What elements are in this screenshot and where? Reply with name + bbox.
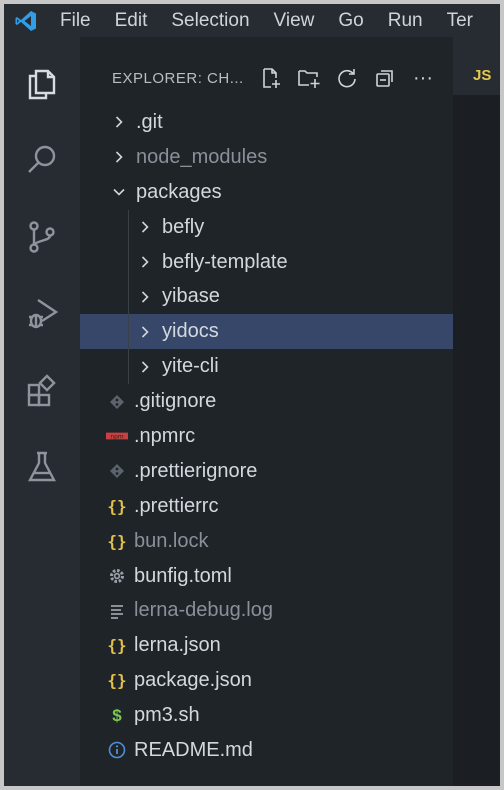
vscode-window: File Edit Selection View Go Run Ter EXPL…: [0, 0, 504, 790]
tree-item-label: yibase: [162, 285, 220, 308]
tree-file[interactable]: .prettierignore: [80, 454, 453, 489]
tree-folder[interactable]: yite-cli: [80, 349, 453, 385]
tree-item-label: befly: [162, 215, 205, 238]
menu-bar: File Edit Selection View Go Run Ter: [4, 4, 500, 37]
vscode-logo-icon[interactable]: [4, 4, 48, 37]
chevron-right-icon[interactable]: [134, 220, 156, 234]
svg-text:npm: npm: [110, 435, 123, 441]
tree-folder[interactable]: .git: [80, 105, 453, 140]
tree-item-label: packages: [136, 180, 222, 203]
tree-item-label: .prettierrc: [134, 494, 219, 517]
git-file-icon: [106, 463, 128, 479]
menu-file[interactable]: File: [48, 4, 103, 37]
tree-file[interactable]: lerna-debug.log: [80, 593, 453, 628]
tree-file[interactable]: bunfig.toml: [80, 559, 453, 594]
editor-area: JS: [453, 37, 500, 786]
more-icon[interactable]: ···: [408, 63, 438, 93]
tree-item-label: bun.lock: [134, 529, 209, 552]
activity-bar: [4, 37, 80, 786]
tree-item-label: lerna.json: [134, 634, 221, 657]
tree-item-label: yidocs: [162, 320, 219, 343]
extensions-icon[interactable]: [4, 363, 80, 419]
json-file-icon: {}: [107, 671, 127, 691]
chevron-right-icon[interactable]: [108, 115, 130, 129]
tree-folder[interactable]: befly-template: [80, 244, 453, 280]
log-file-icon: [106, 603, 128, 619]
tree-item-label: package.json: [134, 669, 252, 692]
tree-file[interactable]: {} .prettierrc: [80, 489, 453, 524]
new-folder-icon[interactable]: [294, 63, 324, 93]
explorer-sidebar: EXPLORER: CH... ··· .git node_modules pa…: [80, 37, 453, 786]
new-file-icon[interactable]: [256, 63, 286, 93]
editor-tab[interactable]: JS: [453, 37, 500, 95]
tree-item-label: lerna-debug.log: [134, 599, 273, 622]
tree-item-label: .prettierignore: [134, 459, 258, 482]
tree-file[interactable]: npm .npmrc: [80, 419, 453, 454]
json-file-icon: {}: [107, 496, 127, 516]
source-control-icon[interactable]: [4, 209, 80, 265]
gear-icon: [106, 567, 128, 585]
tree-folder[interactable]: packages: [80, 175, 453, 210]
search-icon[interactable]: [4, 132, 80, 188]
indent-guide: [128, 314, 129, 350]
tree-item-label: befly-template: [162, 250, 288, 273]
json-file-icon: {}: [107, 531, 127, 551]
tree-folder[interactable]: node_modules: [80, 140, 453, 175]
chevron-right-icon[interactable]: [108, 150, 130, 164]
tree-folder[interactable]: yidocs: [80, 314, 453, 350]
tree-file[interactable]: {} package.json: [80, 663, 453, 698]
npm-file-icon: npm: [106, 430, 128, 442]
chevron-right-icon[interactable]: [134, 290, 156, 304]
run-debug-icon[interactable]: [4, 285, 80, 341]
tree-item-label: yite-cli: [162, 355, 219, 378]
indent-guide: [128, 279, 129, 315]
tree-file[interactable]: .gitignore: [80, 384, 453, 419]
shell-file-icon: $: [112, 705, 122, 725]
indent-guide: [128, 244, 129, 280]
tree-folder[interactable]: befly: [80, 209, 453, 245]
menu-ter[interactable]: Ter: [435, 4, 485, 37]
tree-file[interactable]: {} bun.lock: [80, 524, 453, 559]
tree-file[interactable]: README.md: [80, 733, 453, 768]
indent-guide: [128, 349, 129, 385]
info-icon: [106, 741, 128, 759]
chevron-right-icon[interactable]: [134, 360, 156, 374]
tree-file[interactable]: {} lerna.json: [80, 628, 453, 663]
tree-item-label: bunfig.toml: [134, 564, 232, 587]
files-icon[interactable]: [4, 55, 80, 111]
menu-run[interactable]: Run: [376, 4, 435, 37]
tree-item-label: .gitignore: [134, 390, 217, 413]
testing-icon[interactable]: [4, 439, 80, 495]
tree-item-label: node_modules: [136, 145, 268, 168]
chevron-right-icon[interactable]: [134, 255, 156, 269]
file-tree: .git node_modules packages befly befly-templ…: [80, 105, 453, 768]
git-file-icon: [106, 394, 128, 410]
collapse-all-icon[interactable]: [370, 63, 400, 93]
chevron-down-icon[interactable]: [108, 185, 130, 199]
tree-folder[interactable]: yibase: [80, 279, 453, 315]
tree-item-label: .npmrc: [134, 424, 196, 447]
explorer-header: EXPLORER: CH... ···: [80, 61, 453, 95]
chevron-right-icon[interactable]: [134, 325, 156, 339]
indent-guide: [128, 209, 129, 245]
tree-file[interactable]: $ pm3.sh: [80, 698, 453, 733]
menu-edit[interactable]: Edit: [103, 4, 160, 37]
tree-item-label: README.md: [134, 738, 253, 761]
json-file-icon: {}: [107, 636, 127, 656]
menu-selection[interactable]: Selection: [159, 4, 261, 37]
refresh-icon[interactable]: [332, 63, 362, 93]
tree-item-label: pm3.sh: [134, 704, 200, 727]
menu-view[interactable]: View: [262, 4, 327, 37]
tree-item-label: .git: [136, 110, 163, 133]
menu-go[interactable]: Go: [326, 4, 375, 37]
explorer-title: EXPLORER: CH...: [112, 69, 244, 87]
js-file-icon: JS: [473, 67, 492, 84]
